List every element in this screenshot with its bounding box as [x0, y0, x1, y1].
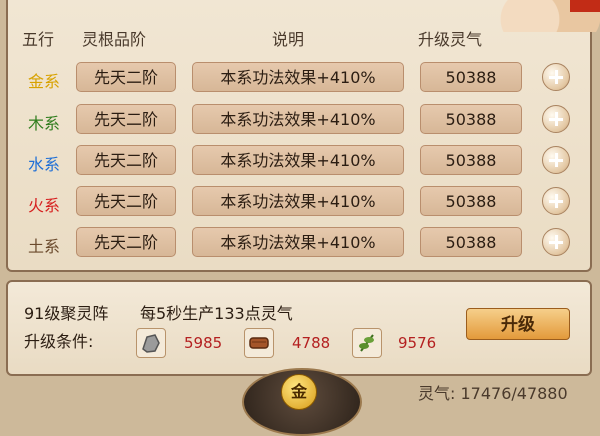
table-row: 火系 先天二阶 本系功法效果+410% 50388 — [8, 184, 594, 218]
cost-cell: 50388 — [420, 62, 522, 92]
plus-icon[interactable] — [542, 63, 570, 91]
element-label: 金系 — [28, 72, 61, 91]
production-text: 每5秒生产133点灵气 — [140, 304, 293, 323]
herb-count: 9576 — [398, 334, 437, 352]
qi-amount: 灵气: 17476/47880 — [418, 384, 568, 403]
cost-cell: 50388 — [420, 145, 522, 175]
element-label: 火系 — [28, 196, 61, 215]
desc-cell: 本系功法效果+410% — [192, 62, 404, 92]
ribbon-decoration — [570, 0, 600, 12]
ore-count: 5985 — [184, 334, 223, 352]
plus-icon[interactable] — [542, 105, 570, 133]
array-title: 91级聚灵阵 — [24, 304, 109, 323]
desc-cell: 本系功法效果+410% — [192, 145, 404, 175]
table-row: 水系 先天二阶 本系功法效果+410% 50388 — [8, 143, 594, 177]
upgrade-condition-label: 升级条件: — [24, 332, 94, 351]
grade-cell: 先天二阶 — [76, 145, 176, 175]
element-label: 木系 — [28, 114, 61, 133]
wood-icon — [244, 328, 274, 358]
cost-cell: 50388 — [420, 227, 522, 257]
herb-icon — [352, 328, 382, 358]
element-label: 土系 — [28, 237, 61, 256]
table-row: 木系 先天二阶 本系功法效果+410% 50388 — [8, 102, 594, 136]
header-cost: 升级灵气 — [418, 30, 483, 49]
upgrade-button[interactable]: 升级 — [466, 308, 570, 340]
desc-cell: 本系功法效果+410% — [192, 186, 404, 216]
table-row: 土系 先天二阶 本系功法效果+410% 50388 — [8, 225, 594, 259]
gold-element-icon[interactable]: 金 — [281, 374, 317, 410]
cost-cell: 50388 — [420, 104, 522, 134]
header-desc: 说明 — [272, 30, 305, 49]
header-element: 五行 — [22, 30, 55, 49]
grade-cell: 先天二阶 — [76, 227, 176, 257]
plus-icon[interactable] — [542, 146, 570, 174]
desc-cell: 本系功法效果+410% — [192, 104, 404, 134]
grade-cell: 先天二阶 — [76, 104, 176, 134]
plus-icon[interactable] — [542, 187, 570, 215]
table-row: 金系 先天二阶 本系功法效果+410% 50388 — [8, 60, 594, 94]
header-grade: 灵根品阶 — [82, 30, 147, 49]
grade-cell: 先天二阶 — [76, 62, 176, 92]
grade-cell: 先天二阶 — [76, 186, 176, 216]
element-label: 水系 — [28, 155, 61, 174]
plus-icon[interactable] — [542, 228, 570, 256]
cost-cell: 50388 — [420, 186, 522, 216]
ore-icon — [136, 328, 166, 358]
spirit-root-panel: 五行 灵根品阶 说明 升级灵气 金系 先天二阶 本系功法效果+410% 5038… — [6, 0, 592, 272]
wood-count: 4788 — [292, 334, 331, 352]
desc-cell: 本系功法效果+410% — [192, 227, 404, 257]
